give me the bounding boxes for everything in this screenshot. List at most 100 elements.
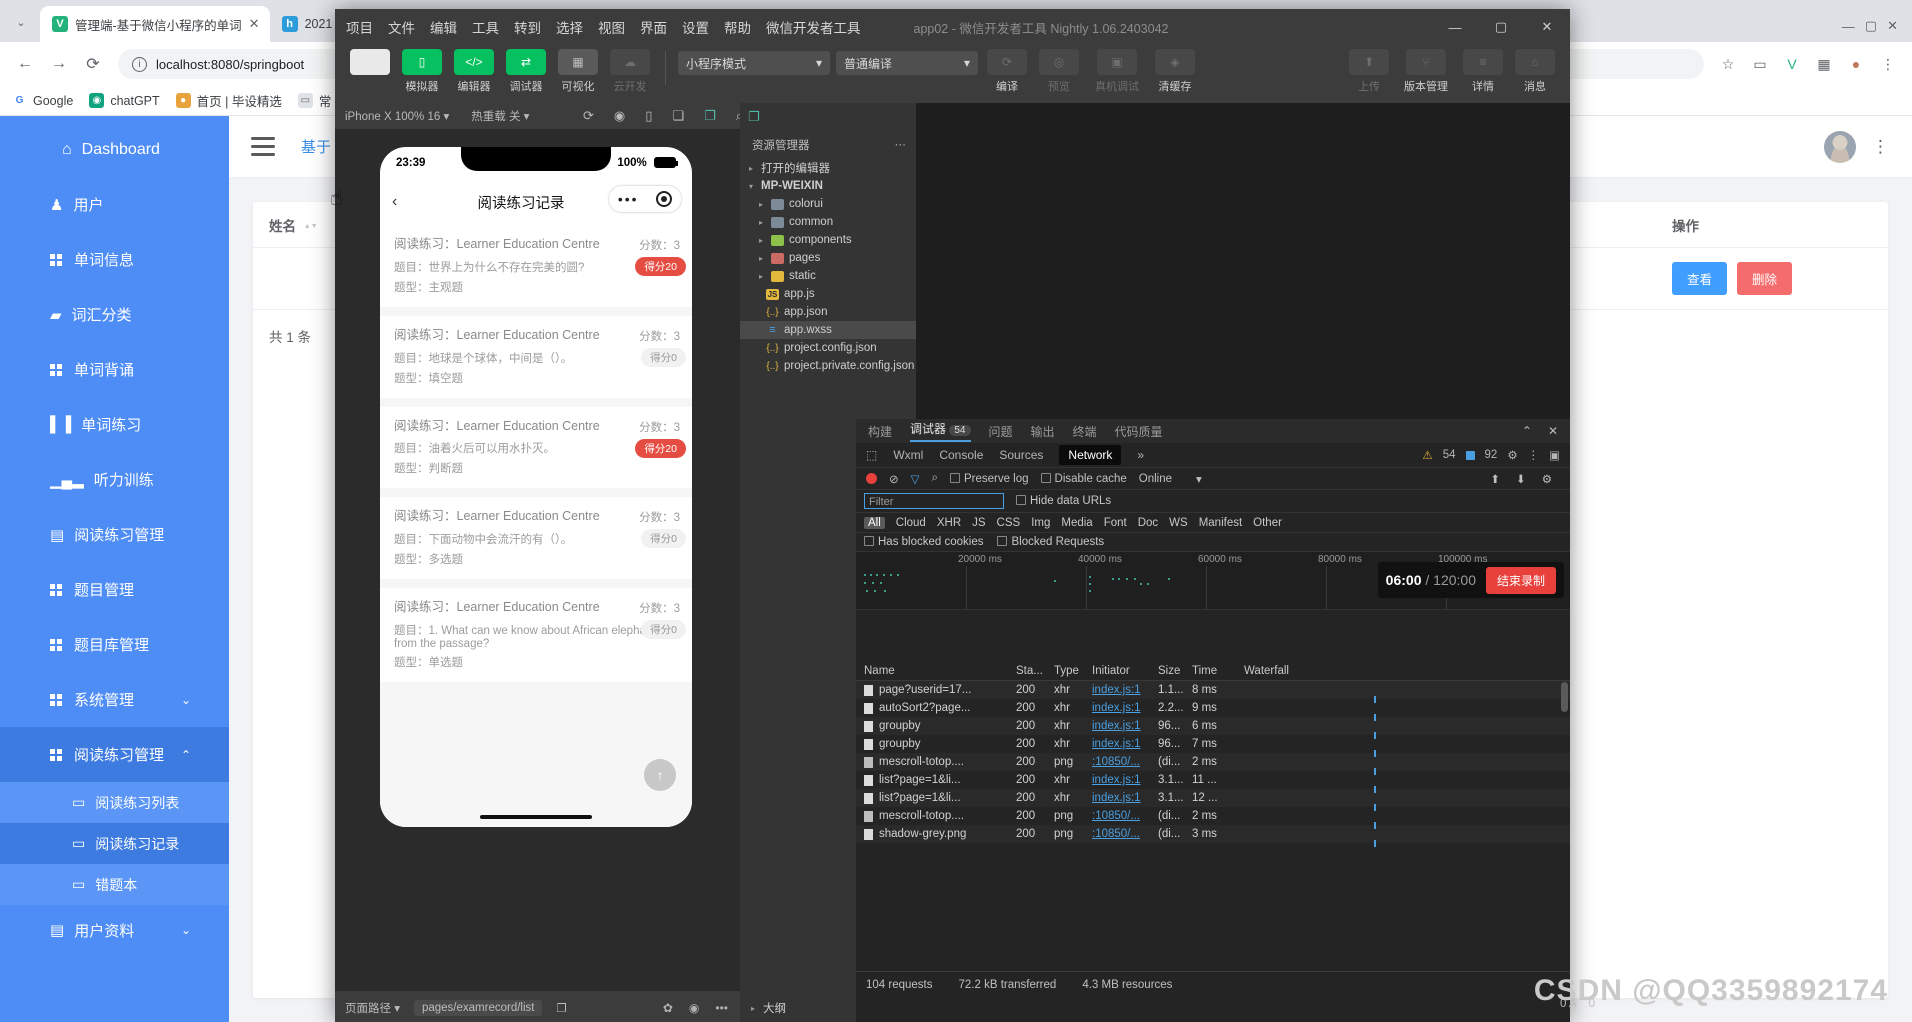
record-icon[interactable]: ◉ xyxy=(614,108,625,124)
filter-icon[interactable]: ▽ xyxy=(911,472,920,486)
bookmark-item-0[interactable]: G Google xyxy=(12,93,73,108)
devtools-close-button[interactable]: ✕ xyxy=(1524,9,1570,45)
tab-close-icon-0[interactable]: ✕ xyxy=(249,16,260,32)
type-filter-cloud[interactable]: Cloud xyxy=(896,517,926,529)
filter-input[interactable]: Filter xyxy=(864,493,1004,509)
tree-item-app-js[interactable]: JS app.js xyxy=(740,285,916,303)
list-item[interactable]: 阅读练习：Learner Education Centre 题目：世界上为什么不… xyxy=(380,225,692,307)
tab-terminal[interactable]: 终端 xyxy=(1073,423,1097,440)
copy-icon[interactable]: ❐ xyxy=(556,1001,566,1015)
window-close-button[interactable]: ✕ xyxy=(1887,18,1898,34)
toolbar-messages-button[interactable]: ⌂ 消息 xyxy=(1512,49,1558,94)
column-time[interactable]: Time xyxy=(1192,665,1236,677)
tree-item-app-wxss[interactable]: ≡ app.wxss xyxy=(740,321,916,339)
tree-item-app-json[interactable]: {..} app.json xyxy=(740,303,916,321)
close-circle-icon[interactable] xyxy=(656,191,673,207)
cell-initiator[interactable]: :10850/... xyxy=(1092,828,1158,840)
mode-select[interactable]: 小程序模式 ▾ xyxy=(678,51,830,75)
eye-icon[interactable]: ◉ xyxy=(689,1001,699,1015)
sidebar-item-users[interactable]: ♟ 用户 xyxy=(0,177,229,232)
toolbar-preview-button[interactable]: ◎ 预览 xyxy=(1036,49,1082,94)
column-waterfall[interactable]: Waterfall xyxy=(1236,665,1570,677)
network-requests-table[interactable]: Name Sta... Type Initiator Size Time Wat… xyxy=(856,662,1570,997)
sidebar-subitem-reading-records[interactable]: ▭ 阅读练习记录 xyxy=(0,823,229,864)
avatar[interactable] xyxy=(1824,130,1856,163)
extension-icon-1[interactable]: ▭ xyxy=(1746,50,1774,78)
column-initiator[interactable]: Initiator xyxy=(1092,665,1158,677)
type-filter-media[interactable]: Media xyxy=(1061,517,1092,529)
more-icon[interactable]: ••• xyxy=(618,191,639,207)
column-type[interactable]: Type xyxy=(1054,665,1092,677)
toolbar-clearcache-button[interactable]: ◈ 清缓存 xyxy=(1152,49,1198,94)
type-filter-img[interactable]: Img xyxy=(1031,517,1050,529)
page-path-label[interactable]: 页面路径 ▾ xyxy=(345,1000,400,1016)
hide-data-urls-checkbox[interactable]: Hide data URLs xyxy=(1016,495,1111,507)
toolbar-debugger-button[interactable]: ⇄ 调试器 xyxy=(503,49,549,94)
panel-wxml[interactable]: Wxml xyxy=(893,448,923,462)
chevron-right-icon[interactable]: ▸ xyxy=(756,218,766,227)
page-path-value[interactable]: pages/examrecord/list xyxy=(413,1000,543,1016)
has-blocked-cookies-checkbox[interactable]: Has blocked cookies xyxy=(864,536,983,548)
tab-code-quality[interactable]: 代码质量 xyxy=(1115,423,1163,440)
hot-reload-select[interactable]: 热重载 关 ▾ xyxy=(471,108,529,124)
copy-icon[interactable]: ❏ xyxy=(672,108,684,124)
cell-initiator[interactable]: index.js:1 xyxy=(1092,720,1158,732)
tree-project-root[interactable]: ▾ MP-WEIXIN xyxy=(740,177,916,195)
tree-item-static[interactable]: ▸ static xyxy=(740,267,916,285)
menu-select[interactable]: 选择 xyxy=(555,15,584,39)
export-har-icon[interactable]: ⬇ xyxy=(1516,472,1526,486)
menu-wechat-devtools[interactable]: 微信开发者工具 xyxy=(765,15,862,39)
sidebar-subitem-wrong-book[interactable]: ▭ 错题本 xyxy=(0,864,229,905)
sidebar-item-user-profile[interactable]: ▤ 用户资料 ⌄ xyxy=(0,905,229,955)
toolbar-editor-button[interactable]: </> 编辑器 xyxy=(451,49,497,94)
cell-initiator[interactable]: index.js:1 xyxy=(1092,774,1158,786)
menu-view[interactable]: 视图 xyxy=(597,15,626,39)
type-filter-xhr[interactable]: XHR xyxy=(937,517,961,529)
sidebar-item-word-info[interactable]: 单词信息 xyxy=(0,232,229,287)
sidebar-subitem-reading-list[interactable]: ▭ 阅读练习列表 xyxy=(0,782,229,823)
tree-item-pages[interactable]: ▸ pages xyxy=(740,249,916,267)
chevron-down-icon[interactable]: ⌄ xyxy=(181,693,191,707)
dock-icon[interactable]: ▣ xyxy=(1549,448,1560,462)
table-row[interactable]: list?page=1&li... 200 xhr index.js:1 3.1… xyxy=(856,789,1570,811)
tree-item-common[interactable]: ▸ common xyxy=(740,213,916,231)
bookmark-item-1[interactable]: ◉ chatGPT xyxy=(89,93,160,108)
menu-settings[interactable]: 设置 xyxy=(681,15,710,39)
cell-initiator[interactable]: index.js:1 xyxy=(1092,702,1158,714)
table-row[interactable]: shadow-grey.png 200 png :10850/... (di..… xyxy=(856,825,1570,847)
chevron-up-icon[interactable]: ⌃ xyxy=(181,748,191,762)
profile-avatar-icon[interactable]: ● xyxy=(1842,50,1870,78)
topbar-menu-icon[interactable]: ⋮ xyxy=(1872,137,1890,157)
devtools-maximize-button[interactable]: ▢ xyxy=(1478,9,1524,45)
cell-initiator[interactable]: :10850/... xyxy=(1092,810,1158,822)
network-overview[interactable]: 20000 ms 40000 ms 60000 ms 80000 ms 1000… xyxy=(856,552,1570,610)
chevron-right-icon[interactable]: ▸ xyxy=(756,236,766,245)
device-select[interactable]: iPhone X 100% 16 ▾ xyxy=(345,109,449,123)
table-row[interactable]: groupby 200 xhr index.js:1 96... 6 ms xyxy=(856,717,1570,739)
browser-menu-icon[interactable]: ⋮ xyxy=(1874,50,1902,78)
tab-build[interactable]: 构建 xyxy=(868,423,892,440)
cell-initiator[interactable]: :10850/... xyxy=(1092,756,1158,768)
device-icon[interactable]: ▯ xyxy=(645,108,652,124)
throttle-select[interactable]: Online ▾ xyxy=(1139,472,1202,486)
menu-help[interactable]: 帮助 xyxy=(723,15,752,39)
menu-project[interactable]: 项目 xyxy=(345,15,374,39)
toolbar-simulator-button[interactable]: ▯ 模拟器 xyxy=(399,49,445,94)
record-list[interactable]: 阅读练习：Learner Education Centre 题目：世界上为什么不… xyxy=(380,225,692,827)
network-scrollbar[interactable] xyxy=(1561,682,1568,967)
sidebar-item-system[interactable]: 系统管理 ⌄ xyxy=(0,672,229,727)
panel-overflow-icon[interactable]: » xyxy=(1137,448,1144,462)
bug-icon[interactable]: ✿ xyxy=(663,1001,673,1015)
back-icon[interactable]: ← xyxy=(10,49,40,79)
type-filter-other[interactable]: Other xyxy=(1253,517,1282,529)
list-item[interactable]: 阅读练习：Learner Education Centre 题目：下面动物中会流… xyxy=(380,497,692,579)
toolbar-realdevice-button[interactable]: ▣ 真机调试 xyxy=(1088,49,1146,94)
collapse-icon[interactable]: ⌃ xyxy=(1522,424,1532,438)
type-filter-css[interactable]: CSS xyxy=(997,517,1021,529)
menu-file[interactable]: 文件 xyxy=(387,15,416,39)
table-row[interactable]: page?userid=17... 200 xhr index.js:1 1.1… xyxy=(856,681,1570,703)
more-icon[interactable]: ··· xyxy=(895,139,907,151)
type-filter-js[interactable]: JS xyxy=(972,517,985,529)
import-har-icon[interactable]: ⬆ xyxy=(1490,472,1500,486)
kebab-icon[interactable]: ⋮ xyxy=(1528,448,1540,462)
